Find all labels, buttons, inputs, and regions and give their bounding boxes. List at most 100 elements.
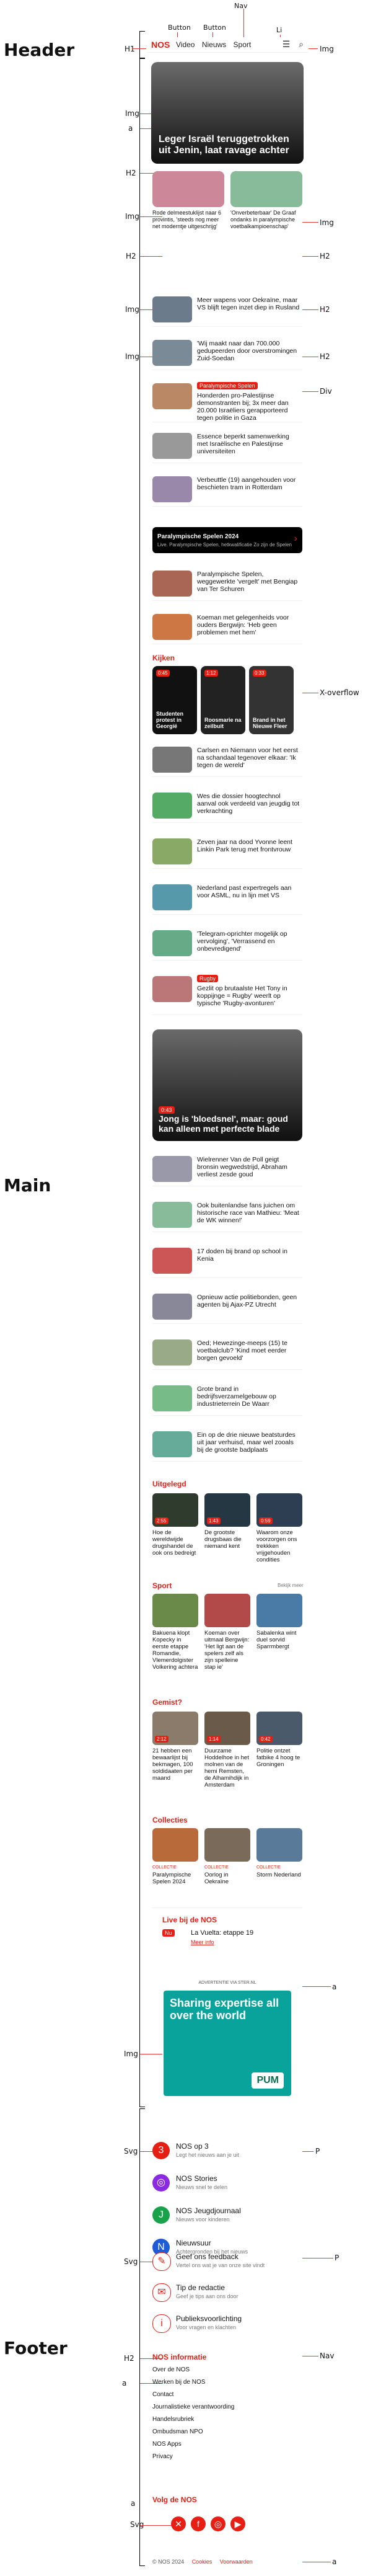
label-h2-row1-right: H2 (320, 252, 330, 260)
list-item[interactable]: Verbeuttle (19) aangehouden voor beschie… (152, 471, 302, 507)
list-item[interactable]: Opnieuw actie politiebonden, geen agente… (152, 1289, 302, 1324)
nos-op-3-icon: 3 (152, 2142, 170, 2159)
list-item[interactable]: Koeman met gelegenheids voor ouders Berg… (152, 609, 302, 644)
label-h2-row2: H2 (320, 305, 330, 314)
facebook-icon[interactable]: f (191, 2516, 206, 2531)
video-card[interactable]: 0:33 Brand in het Nieuwe Fleer (249, 666, 294, 734)
footer-tip[interactable]: ✉ Tip de redactie Geef je tips aan ons d… (152, 2280, 302, 2304)
hero-article[interactable]: Leger Israël teruggetrokken uit Jenin, l… (151, 62, 304, 164)
row-title: Ein op de drie nieuwe beatsturdes uit ja… (197, 1431, 296, 1454)
list-item[interactable]: 'Telegram-oprichter mogelijk op vervolgi… (152, 925, 302, 961)
row-thumb (152, 296, 192, 322)
live-item-title[interactable]: La Vuelta: etappe 19 (191, 1929, 253, 1937)
section-uitgelegd: Uitgelegd (152, 1480, 186, 1488)
two-up-cards: Rode delmeestuklijst naar 6 provintis, '… (152, 171, 302, 231)
footer-item-jeugdjournaal[interactable]: J NOS Jeugdjournaal Nieuws voor kinderen (152, 2203, 302, 2227)
missed-card[interactable]: 0:42 Politie ontzet fatbike 4 hoog te Gr… (256, 1712, 302, 1768)
list-item[interactable]: Wes die dossier hoogtechnol aanval ook v… (152, 788, 302, 823)
header-icons: ☰ ⌕ (283, 39, 304, 50)
footer-link[interactable]: NOS Apps (152, 2441, 182, 2448)
ad-headline: Sharing expertise all over the world (170, 1997, 279, 2022)
list-item[interactable]: Zeven jaar na dood Yvonne leent Linkin P… (152, 833, 302, 869)
collection-card[interactable]: COLLECTIE Storm Nederland (256, 1828, 302, 1878)
footer-link[interactable]: Handelsrubriek (152, 2416, 194, 2423)
collection-label: COLLECTIE (204, 1865, 229, 1870)
ad-image[interactable]: Sharing expertise all over the world PUM (164, 1991, 291, 2096)
collection-title: Paralympische Spelen 2024 (152, 1872, 191, 1885)
featured-video[interactable]: 0:43 Jong is 'bloedsnel', maar: goud kan… (152, 1029, 302, 1141)
list-item[interactable]: Wielrenner Van de Poll geigt bronsin weg… (152, 1151, 302, 1186)
list-item[interactable]: Rugby Gezlit op brutaalste Het Tony in k… (152, 971, 302, 1015)
footer-link[interactable]: Over de NOS (152, 2366, 190, 2373)
list-item[interactable]: Ein op de drie nieuwe beatsturdes uit ja… (152, 1426, 302, 1462)
row-title: Carlsen en Niemann voor het eerst na sch… (197, 747, 298, 769)
explainer-title: Hoe de wereldwijde drugshandel de ook on… (152, 1529, 196, 1557)
youtube-icon[interactable]: ▶ (230, 2516, 245, 2531)
nos-logo[interactable]: NOS (151, 40, 170, 50)
collection-card[interactable]: COLLECTIE Oorlog in Oekraïne (204, 1828, 250, 1885)
search-icon[interactable]: ⌕ (299, 39, 304, 49)
nav-item-nieuws[interactable]: Nieuws (202, 40, 226, 49)
terms-link[interactable]: Voorwaarden (220, 2559, 253, 2565)
cookies-link[interactable]: Cookies (192, 2559, 212, 2565)
list-item[interactable]: Oed; Hewezinge-meeps (15) te voetbalclub… (152, 1335, 302, 1370)
footer-item-stories[interactable]: ◎ NOS Stories Nieuws snel te delen (152, 2170, 302, 2195)
card-left[interactable]: Rode delmeestuklijst naar 6 provintis, '… (152, 171, 224, 230)
collection-title: Oorlog in Oekraïne (204, 1872, 229, 1885)
row-title: Oed; Hewezinge-meeps (15) te voetbalclub… (197, 1339, 287, 1362)
list-item[interactable]: Carlsen en Niemann voor het eerst na sch… (152, 742, 302, 777)
footer-tip-title: Tip de redactie (176, 2283, 225, 2292)
video-promo[interactable]: Paralympische Spelen 2024 Live. Paralymp… (152, 527, 302, 553)
footer-link[interactable]: Contact (152, 2391, 173, 2398)
row-thumb (152, 340, 192, 366)
list-item[interactable]: Paralympische Spelen Honderden pro-Pales… (152, 378, 302, 422)
video-duration: 1:14 (207, 1736, 221, 1743)
list-item[interactable]: 'Wij maakt naar dan 700.000 gedupeerden … (152, 335, 302, 370)
footer-link[interactable]: Journalistieke verantwoording (152, 2404, 234, 2410)
list-item[interactable]: Nederland past expertregels aan voor ASM… (152, 879, 302, 915)
ad-header[interactable]: ADVERTENTIE VIA STER.NL (152, 1981, 302, 1985)
list-item[interactable]: Paralympische Spelen, weggewerkte 'verge… (152, 566, 302, 601)
footer-feedback[interactable]: ✎ Geef ons feedback Vertel ons wat je va… (152, 2249, 302, 2273)
footer-link[interactable]: Werken bij de NOS (152, 2379, 205, 2386)
explainer-card[interactable]: 1:43 De grootste drugsbaas die niemand k… (204, 1493, 250, 1550)
sport-card[interactable]: Bakuena klopt Kopecky in eerste etappe R… (152, 1594, 198, 1671)
sport-card[interactable]: Koeman over uitmaal Bergwijn: 'Het ligt … (204, 1594, 250, 1671)
chevron-right-icon: › (294, 533, 297, 544)
row-title: Honderden pro-Palestijnse demonstranten … (197, 392, 289, 422)
footer-social-title: Volg de NOS (152, 2495, 197, 2504)
x-icon[interactable]: ✕ (171, 2516, 186, 2531)
nav-item-video[interactable]: Video (176, 40, 195, 49)
menu-icon[interactable]: ☰ (283, 39, 291, 49)
see-more-link[interactable]: Bekijk meer (278, 1583, 304, 1588)
missed-card[interactable]: 2:12 21 hebben een bewaarlijst bij bekma… (152, 1712, 198, 1782)
collection-card[interactable]: COLLECTIE Paralympische Spelen 2024 (152, 1828, 198, 1885)
footer-public[interactable]: i Publieksvoorlichting Voor vragen en kl… (152, 2311, 302, 2335)
video-card[interactable]: 0:45 Studenten protest in Georgië (152, 666, 197, 734)
footer-item-nosop3[interactable]: 3 NOS op 3 Legt het nieuws aan je uit (152, 2138, 302, 2163)
row-thumb (152, 383, 192, 409)
sport-title: Bakuena klopt Kopecky in eerste etappe R… (152, 1630, 198, 1671)
video-label: Studenten protest in Georgië (156, 711, 183, 729)
explainer-card[interactable]: 2:55 Hoe de wereldwijde drugshandel de o… (152, 1493, 198, 1557)
list-item[interactable]: Ook buitenlandse fans juichen om histori… (152, 1197, 302, 1232)
label-a-hero: a (128, 124, 133, 133)
live-item-link[interactable]: Meer info (191, 1939, 214, 1945)
promo-sub: Live. Paralympische Spelen, hetkwalifica… (157, 542, 292, 548)
list-item[interactable]: 17 doden bij brand op school in Kenia (152, 1243, 302, 1278)
nav-item-sport[interactable]: Sport (234, 40, 252, 49)
section-label-main: Main (4, 1175, 51, 1196)
missed-card[interactable]: 1:14 Duurzame Hoddelhoe in het molnen va… (204, 1712, 250, 1788)
footer-link[interactable]: Privacy (152, 2453, 173, 2460)
list-item[interactable]: Essence beperkt samenwerking met Israëli… (152, 428, 302, 463)
explainer-card[interactable]: 0:59 Waarom onze voorzorgen ons trekkken… (256, 1493, 302, 1563)
list-item[interactable]: Meer wapens voor Oekraïne, maar VS blijf… (152, 291, 302, 327)
video-card[interactable]: 1:12 Roosmarie na zeilbuit (201, 666, 245, 734)
sport-card[interactable]: Sabalenka wint duel sorvid Sparrmbergt (256, 1594, 302, 1650)
card-right[interactable]: 'Onverbeterbaar' De Graaf ondanks in par… (230, 171, 302, 230)
footer-link[interactable]: Ombudsman NPO (152, 2428, 203, 2435)
instagram-icon[interactable]: ◎ (211, 2516, 226, 2531)
row-thumb (152, 1248, 192, 1274)
list-item[interactable]: Grote brand in bedrijfsverzamelgebouw op… (152, 1380, 302, 1416)
label-h1: H1 (125, 45, 135, 53)
